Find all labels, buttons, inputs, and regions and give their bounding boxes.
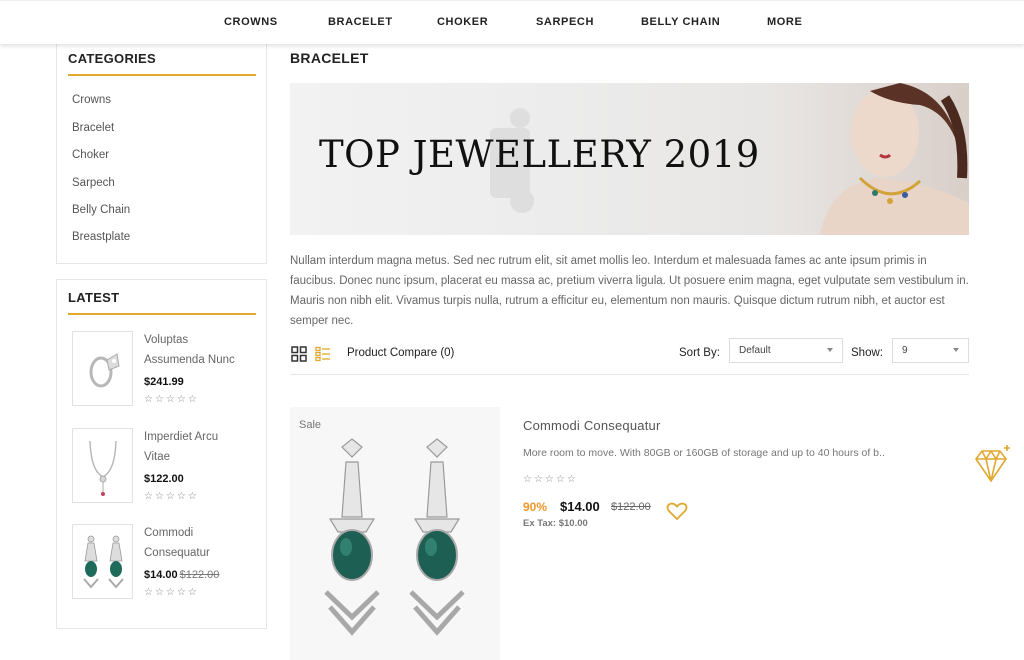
latest-product-price: $122.00 [144, 473, 184, 485]
nav-item-crowns[interactable]: CROWNS [224, 16, 278, 28]
price: $122.00 [144, 473, 184, 485]
rating-stars: ☆☆☆☆☆ [144, 491, 199, 502]
caret-down-icon [953, 348, 959, 352]
show-label: Show: [851, 347, 883, 359]
name-line: Voluptas [144, 334, 189, 346]
name-line: Consequatur [144, 547, 210, 559]
old-price: $122.00 [179, 569, 220, 581]
show-value: 9 [902, 345, 908, 356]
product-name[interactable]: Commodi Consequatur [523, 418, 660, 433]
name-line: Commodi [144, 527, 194, 539]
category-banner: TOP JEWELLERY 2019 [290, 83, 969, 235]
product-description: More room to move. With 80GB or 160GB of… [523, 447, 885, 459]
category-item-bracelet[interactable]: Bracelet [72, 122, 114, 134]
sort-value: Default [739, 345, 771, 356]
category-item-belly-chain[interactable]: Belly Chain [72, 204, 130, 216]
category-description: Nullam interdum magna metus. Sed nec rut… [290, 255, 969, 327]
page-title: BRACELET [290, 50, 369, 66]
necklace-image [89, 440, 117, 496]
rating-stars: ☆☆☆☆☆ [144, 587, 199, 598]
top-navigation: CROWNS BRACELET CHOKER SARPECH BELLY CHA… [0, 0, 1024, 44]
earrings-image [83, 535, 124, 589]
diamond-icon[interactable] [970, 443, 1012, 485]
latest-product-name[interactable]: Voluptas Assumenda Nunc [144, 330, 259, 370]
latest-product-price: $14.00 $122.00 [144, 569, 219, 581]
show-select[interactable]: 9 [892, 338, 969, 363]
nav-item-choker[interactable]: CHOKER [437, 16, 488, 28]
categories-heading: CATEGORIES [68, 51, 156, 66]
product-thumbnail-necklace[interactable] [72, 428, 133, 503]
grid-view-icon[interactable] [291, 346, 307, 362]
latest-product-name[interactable]: Commodi Consequatur [144, 523, 259, 563]
caret-down-icon [827, 348, 833, 352]
earrings-image [324, 438, 465, 636]
product-price: $14.00 [560, 499, 600, 514]
name-line: Assumenda Nunc [144, 354, 235, 366]
nav-item-bracelet[interactable]: BRACELET [328, 16, 393, 28]
nav-item-belly-chain[interactable]: BELLY CHAIN [641, 16, 720, 28]
price: $241.99 [144, 376, 184, 388]
sale-badge: Sale [299, 419, 322, 431]
latest-product-price: $241.99 [144, 376, 184, 388]
banner-headline: TOP JEWELLERY 2019 [319, 133, 760, 176]
category-item-breastplate[interactable]: Breastplate [72, 231, 130, 243]
latest-product-name[interactable]: Imperdiet Arcu Vitae [144, 427, 259, 467]
heading-underline [68, 74, 256, 76]
latest-heading: LATEST [68, 290, 120, 305]
price: $14.00 [144, 569, 178, 581]
product-thumbnail-ring[interactable] [72, 331, 133, 406]
rating-stars: ☆☆☆☆☆ [523, 474, 578, 485]
ring-image [89, 353, 120, 388]
sort-label: Sort By: [679, 347, 720, 359]
product-tax: Ex Tax: $10.00 [523, 518, 588, 529]
nav-item-more[interactable]: MORE [767, 16, 802, 28]
list-view-icon[interactable] [315, 346, 331, 362]
category-item-sarpech[interactable]: Sarpech [72, 177, 115, 189]
heading-underline [68, 313, 256, 315]
categories-panel: CATEGORIES Crowns Bracelet Choker Sarpec… [56, 44, 267, 264]
nav-item-sarpech[interactable]: SARPECH [536, 16, 594, 28]
name-line: Vitae [144, 451, 171, 463]
discount-badge: 90% [523, 500, 548, 514]
rating-stars: ☆☆☆☆☆ [144, 394, 199, 405]
toolbar-divider [290, 374, 969, 375]
heart-icon[interactable] [666, 502, 688, 521]
product-thumbnail-earrings[interactable] [72, 524, 133, 599]
sort-select[interactable]: Default [729, 338, 843, 363]
category-item-crowns[interactable]: Crowns [72, 94, 111, 106]
product-image[interactable] [290, 407, 500, 660]
product-compare-link[interactable]: Product Compare (0) [347, 347, 454, 359]
latest-panel: LATEST Voluptas Assumenda Nunc $241.99 ☆… [56, 279, 267, 629]
product-old-price: $122.00 [611, 501, 651, 513]
category-item-choker[interactable]: Choker [72, 149, 109, 161]
name-line: Imperdiet Arcu [144, 431, 219, 443]
